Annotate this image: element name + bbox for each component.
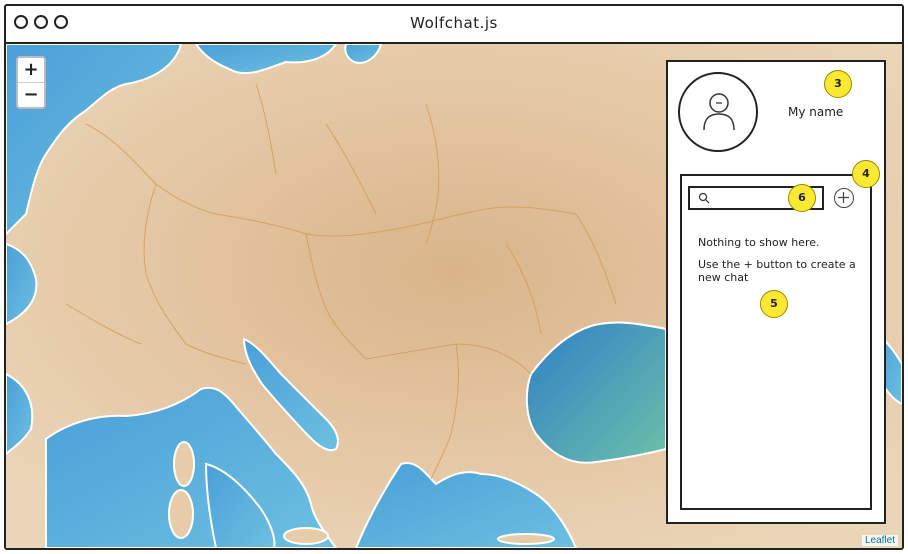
empty-state-hint: Use the + button to create a new chat	[698, 258, 856, 284]
app-window: Wolfchat.js + − Leaflet My name Nothing …	[4, 4, 904, 550]
annotation-badge-profile: 3	[824, 70, 852, 98]
attribution-link[interactable]: Leaflet	[861, 535, 898, 546]
annotation-badge-list: 5	[760, 290, 788, 318]
search-icon	[698, 192, 710, 204]
add-chat-button[interactable]	[834, 188, 854, 208]
zoom-out-button[interactable]: −	[18, 83, 44, 107]
annotation-badge-add: 4	[852, 160, 880, 188]
title-bar: Wolfchat.js	[6, 6, 902, 44]
user-icon	[703, 93, 735, 131]
username-label: My name	[788, 105, 844, 119]
chat-list-panel: Nothing to show here. Use the + button t…	[680, 174, 872, 510]
avatar[interactable]	[678, 72, 758, 152]
map-view[interactable]: + − Leaflet My name Nothing to show here…	[6, 44, 902, 548]
annotation-badge-search: 6	[788, 184, 816, 212]
empty-state-title: Nothing to show here.	[698, 236, 820, 249]
window-title: Wolfchat.js	[410, 14, 498, 32]
zoom-control: + −	[16, 56, 46, 109]
plus-circle-icon	[838, 192, 849, 203]
zoom-in-button[interactable]: +	[18, 58, 44, 82]
